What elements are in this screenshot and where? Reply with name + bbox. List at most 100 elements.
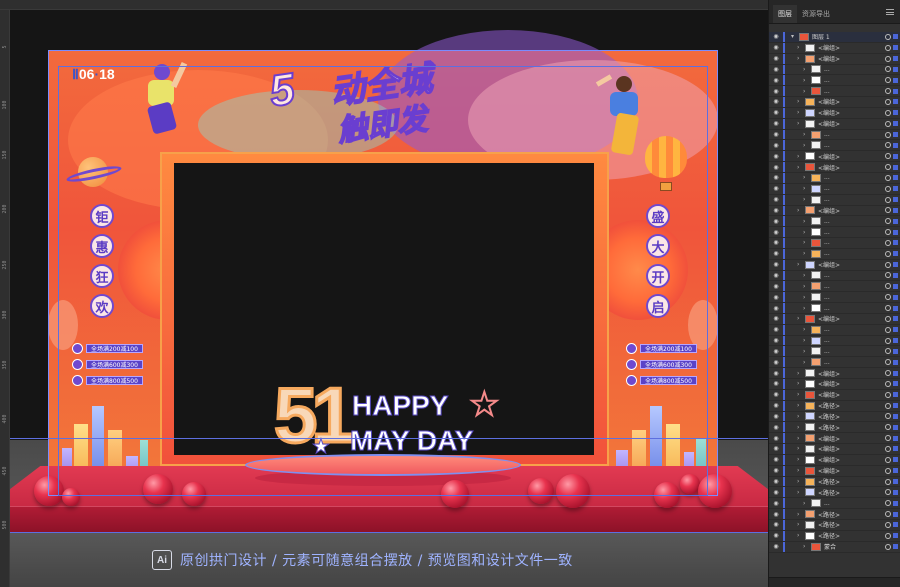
eye-icon[interactable]: ◉ bbox=[769, 348, 783, 355]
chevron-right-icon[interactable]: › bbox=[797, 44, 805, 51]
layer-row[interactable]: ◉ › <编组> bbox=[769, 53, 900, 65]
layer-row[interactable]: ◉ › <编组> bbox=[769, 433, 900, 445]
eye-icon[interactable]: ◉ bbox=[769, 391, 783, 398]
target-icon[interactable] bbox=[885, 185, 891, 192]
layer-row[interactable]: ◉ ›... bbox=[769, 140, 900, 152]
eye-icon[interactable]: ◉ bbox=[769, 489, 783, 496]
chevron-right-icon[interactable]: › bbox=[797, 445, 805, 452]
eye-icon[interactable]: ◉ bbox=[769, 109, 783, 116]
layer-row[interactable]: ◉ › <编组> bbox=[769, 465, 900, 477]
chevron-right-icon[interactable]: › bbox=[803, 196, 811, 203]
chevron-right-icon[interactable]: › bbox=[797, 109, 805, 116]
target-icon[interactable] bbox=[885, 359, 891, 366]
layer-row[interactable]: ◉ ›... bbox=[769, 194, 900, 206]
chevron-right-icon[interactable]: › bbox=[797, 120, 805, 127]
chevron-right-icon[interactable]: › bbox=[797, 521, 805, 528]
chevron-right-icon[interactable]: › bbox=[803, 229, 811, 236]
layer-row[interactable]: ◉ ›... bbox=[769, 75, 900, 87]
layer-row[interactable]: ◉ › <路径> bbox=[769, 476, 900, 488]
eye-icon[interactable]: ◉ bbox=[769, 272, 783, 279]
target-icon[interactable] bbox=[885, 380, 891, 387]
eye-icon[interactable]: ◉ bbox=[769, 196, 783, 203]
target-icon[interactable] bbox=[885, 413, 891, 420]
layer-row[interactable]: ◉ › <路径> bbox=[769, 509, 900, 520]
chevron-right-icon[interactable]: › bbox=[803, 250, 811, 257]
eye-icon[interactable]: ◉ bbox=[769, 467, 783, 474]
layer-row[interactable]: ◉ › <编组> bbox=[769, 313, 900, 325]
eye-icon[interactable]: ◉ bbox=[769, 98, 783, 105]
target-icon[interactable] bbox=[885, 131, 891, 138]
layer-row[interactable]: ◉ ›... bbox=[769, 64, 900, 76]
eye-icon[interactable]: ◉ bbox=[769, 305, 783, 312]
chevron-right-icon[interactable]: › bbox=[803, 88, 811, 95]
chevron-right-icon[interactable]: › bbox=[797, 478, 805, 485]
chevron-right-icon[interactable]: › bbox=[797, 315, 805, 322]
canvas-workspace[interactable]: 5 100 150 200 250 300 350 400 450 500 Ai… bbox=[0, 0, 768, 587]
eye-icon[interactable]: ◉ bbox=[769, 153, 783, 160]
chevron-right-icon[interactable]: › bbox=[797, 467, 805, 474]
chevron-right-icon[interactable]: › bbox=[797, 489, 805, 496]
layer-row[interactable]: ◉ › <编组> bbox=[769, 389, 900, 401]
eye-icon[interactable]: ◉ bbox=[769, 77, 783, 84]
eye-icon[interactable]: ◉ bbox=[769, 44, 783, 51]
eye-icon[interactable]: ◉ bbox=[769, 500, 783, 507]
target-icon[interactable] bbox=[885, 33, 891, 40]
target-icon[interactable] bbox=[885, 337, 891, 344]
layer-row-top[interactable]: ◉ ▾ 图层 1 bbox=[769, 32, 900, 43]
eye-icon[interactable]: ◉ bbox=[769, 283, 783, 290]
target-icon[interactable] bbox=[885, 120, 891, 127]
chevron-right-icon[interactable]: › bbox=[803, 66, 811, 73]
chevron-right-icon[interactable]: › bbox=[803, 305, 811, 312]
layer-row[interactable]: ◉ › <路径> bbox=[769, 519, 900, 531]
eye-icon[interactable]: ◉ bbox=[769, 229, 783, 236]
layer-row[interactable]: ◉ › <编组> bbox=[769, 162, 900, 173]
target-icon[interactable] bbox=[885, 326, 891, 333]
eye-icon[interactable]: ◉ bbox=[769, 326, 783, 333]
target-icon[interactable] bbox=[885, 511, 891, 518]
tab-layers[interactable]: 图层 bbox=[773, 5, 797, 23]
target-icon[interactable] bbox=[885, 77, 891, 84]
target-icon[interactable] bbox=[885, 196, 891, 203]
layer-row[interactable]: ◉ ›... bbox=[769, 227, 900, 239]
target-icon[interactable] bbox=[885, 272, 891, 279]
chevron-right-icon[interactable]: › bbox=[797, 532, 805, 539]
eye-icon[interactable]: ◉ bbox=[769, 55, 783, 62]
chevron-right-icon[interactable]: › bbox=[803, 218, 811, 225]
target-icon[interactable] bbox=[885, 250, 891, 257]
chevron-right-icon[interactable]: › bbox=[797, 370, 805, 377]
target-icon[interactable] bbox=[885, 424, 891, 431]
chevron-right-icon[interactable]: › bbox=[803, 239, 811, 246]
chevron-right-icon[interactable]: › bbox=[803, 337, 811, 344]
layer-row[interactable]: ◉ › <编组> bbox=[769, 454, 900, 466]
eye-icon[interactable]: ◉ bbox=[769, 337, 783, 344]
chevron-right-icon[interactable]: › bbox=[797, 153, 805, 160]
layer-row[interactable]: ◉ ›... bbox=[769, 335, 900, 347]
chevron-right-icon[interactable]: › bbox=[797, 55, 805, 62]
chevron-right-icon[interactable]: › bbox=[803, 294, 811, 301]
target-icon[interactable] bbox=[885, 370, 891, 377]
layer-row[interactable]: ◉ ›... bbox=[769, 281, 900, 293]
eye-icon[interactable]: ◉ bbox=[769, 456, 783, 463]
target-icon[interactable] bbox=[885, 478, 891, 485]
target-icon[interactable] bbox=[885, 435, 891, 442]
layer-row[interactable]: ◉ › 蒙合 bbox=[769, 541, 900, 553]
chevron-right-icon[interactable]: › bbox=[803, 283, 811, 290]
target-icon[interactable] bbox=[885, 500, 891, 507]
eye-icon[interactable]: ◉ bbox=[769, 315, 783, 322]
layer-row[interactable]: ◉ ›... bbox=[769, 86, 900, 98]
target-icon[interactable] bbox=[885, 445, 891, 452]
layer-row[interactable]: ◉ ›... bbox=[769, 292, 900, 304]
chevron-right-icon[interactable]: › bbox=[803, 174, 811, 181]
layer-row[interactable]: ◉ ›... bbox=[769, 238, 900, 249]
target-icon[interactable] bbox=[885, 391, 891, 398]
layer-list[interactable]: ◉ ▾ 图层 1 ◉ › <编组> ◉ › <编组> ◉ ›... ◉ ›... ◉ ›... ◉ › <编… bbox=[769, 32, 900, 553]
eye-icon[interactable]: ◉ bbox=[769, 66, 783, 73]
target-icon[interactable] bbox=[885, 543, 891, 550]
eye-icon[interactable]: ◉ bbox=[769, 88, 783, 95]
eye-icon[interactable]: ◉ bbox=[769, 402, 783, 409]
eye-icon[interactable]: ◉ bbox=[769, 239, 783, 246]
layer-row[interactable]: ◉ ›... bbox=[769, 346, 900, 358]
layer-row[interactable]: ◉ ›... bbox=[769, 248, 900, 260]
chevron-right-icon[interactable]: › bbox=[797, 511, 805, 518]
eye-icon[interactable]: ◉ bbox=[769, 478, 783, 485]
